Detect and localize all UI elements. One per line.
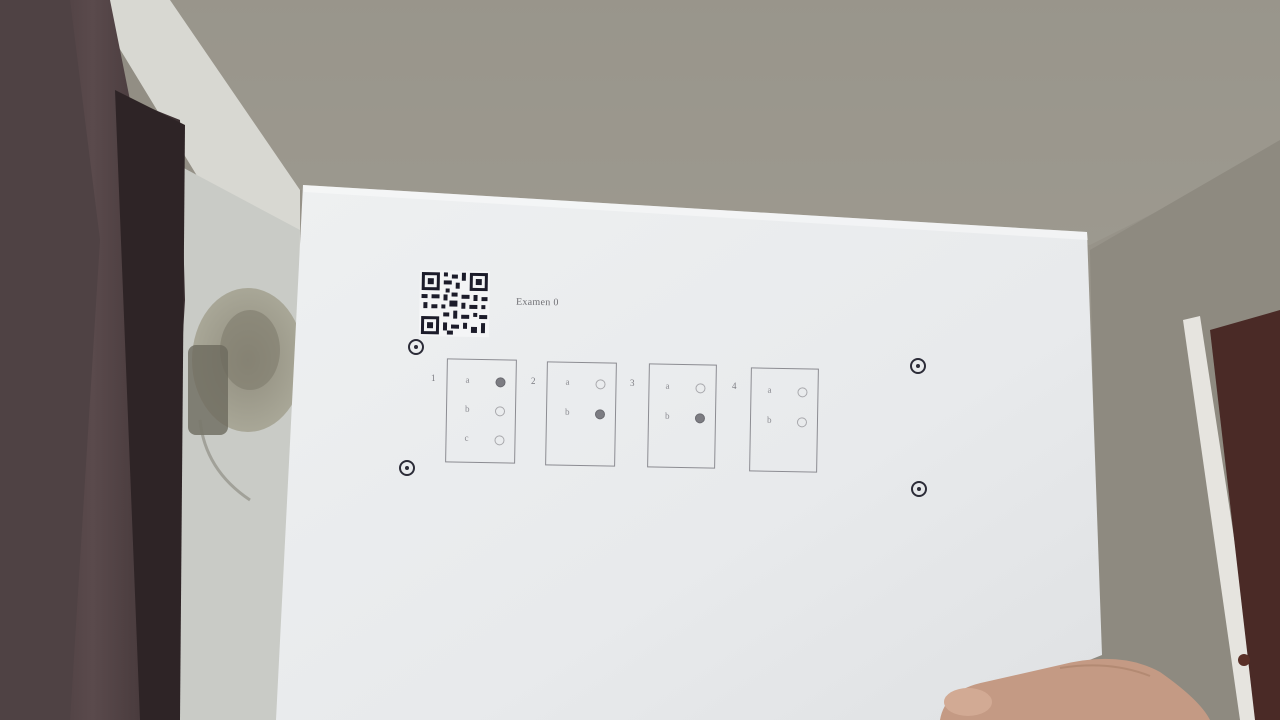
- answer-bubble[interactable]: [494, 406, 506, 417]
- question-number: 2: [531, 376, 536, 386]
- option-letter: b: [564, 406, 570, 417]
- answer-bubble[interactable]: [695, 383, 706, 394]
- answer-bubble[interactable]: [594, 409, 606, 420]
- option-letter: a: [465, 374, 470, 385]
- fiducial-marker-top-right: [910, 358, 926, 374]
- answer-card-1: a b c: [445, 358, 517, 464]
- question-number: 4: [732, 381, 737, 391]
- fiducial-marker-top-left: [408, 339, 424, 355]
- answer-bubble[interactable]: [797, 387, 808, 398]
- exam-title: Examen 0: [515, 296, 559, 309]
- answer-card-3: a b: [647, 363, 717, 469]
- option-letter: c: [464, 432, 469, 443]
- option-letter: a: [767, 384, 772, 395]
- qr-code: [418, 270, 490, 338]
- option-letter: b: [464, 403, 470, 414]
- option-letter: b: [664, 410, 670, 421]
- answer-card-2: a b: [545, 361, 617, 467]
- option-letter: a: [665, 380, 670, 391]
- fiducial-marker-bottom-right: [911, 481, 927, 497]
- question-number: 3: [630, 378, 635, 388]
- answer-bubble[interactable]: [495, 377, 506, 388]
- webcam-photo: [0, 0, 1280, 720]
- answer-card-4: a b: [749, 367, 819, 473]
- option-letter: a: [565, 376, 570, 387]
- answer-bubble[interactable]: [595, 379, 606, 390]
- question-number: 1: [431, 373, 436, 383]
- answer-bubble[interactable]: [796, 417, 808, 428]
- fiducial-marker-bottom-left: [399, 460, 415, 476]
- answer-bubble[interactable]: [694, 413, 706, 424]
- option-letter: b: [766, 414, 772, 425]
- answer-bubble[interactable]: [494, 435, 505, 446]
